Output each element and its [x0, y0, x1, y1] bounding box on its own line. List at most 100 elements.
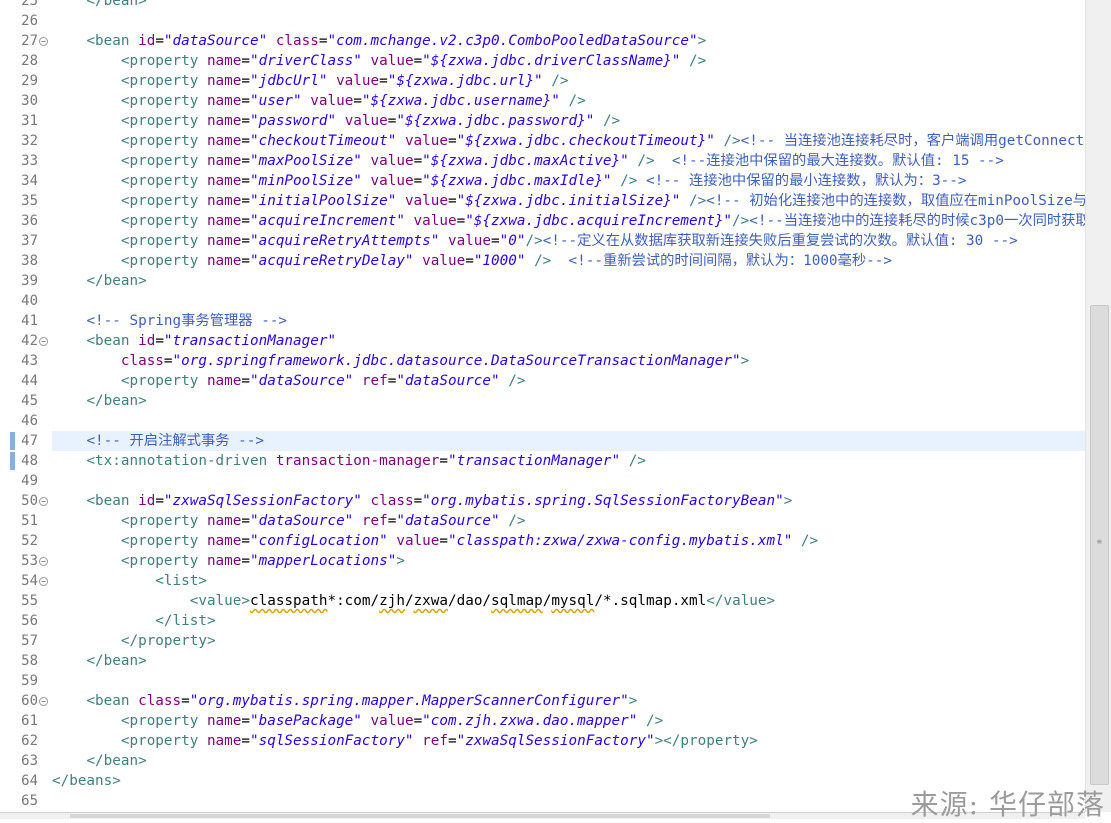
- code-line[interactable]: 58 </bean>: [0, 651, 1085, 671]
- code-line[interactable]: 62 <property name="sqlSessionFactory" re…: [0, 731, 1085, 751]
- code-line[interactable]: 43 class="org.springframework.jdbc.datas…: [0, 351, 1085, 371]
- code-token: "classpath:zxwa/zxwa-config.mybatis.xml": [448, 533, 793, 549]
- code-token: "dataSource": [163, 33, 268, 49]
- code-token: "transactionManager": [163, 333, 337, 349]
- code-text: <bean id="transactionManager": [52, 331, 336, 351]
- code-line[interactable]: 50− <bean id="zxwaSqlSessionFactory" cla…: [0, 491, 1085, 511]
- code-line[interactable]: 38 <property name="acquireRetryDelay" va…: [0, 251, 1085, 271]
- code-line[interactable]: 40: [0, 291, 1085, 311]
- code-line[interactable]: 60− <bean class="org.mybatis.spring.mapp…: [0, 691, 1085, 711]
- code-line[interactable]: 39 </bean>: [0, 271, 1085, 291]
- code-line[interactable]: 54− <list>: [0, 571, 1085, 591]
- code-line[interactable]: 56 </list>: [0, 611, 1085, 631]
- code-editor[interactable]: 25 </bean> 26 27− <bean id="dataSource" cl…: [0, 0, 1085, 812]
- code-line[interactable]: 47 <!-- 开启注解式事务 -->: [0, 431, 1085, 451]
- line-number: 48: [21, 453, 38, 469]
- fold-toggle-icon[interactable]: −: [39, 497, 48, 506]
- line-number: 43: [21, 353, 38, 369]
- code-line[interactable]: 35 <property name="initialPoolSize" valu…: [0, 191, 1085, 211]
- code-line[interactable]: 53− <property name="mapperLocations">: [0, 551, 1085, 571]
- code-line[interactable]: 30 <property name="user" value="${zxwa.j…: [0, 91, 1085, 111]
- code-line[interactable]: 26: [0, 11, 1085, 31]
- code-token: <!--连接池中保留的最大连接数。默认值: 15 -->: [671, 153, 1004, 169]
- code-line[interactable]: 45 </bean>: [0, 391, 1085, 411]
- fold-toggle-icon[interactable]: −: [39, 337, 48, 346]
- code-token: >: [396, 553, 405, 569]
- code-line[interactable]: 29 <property name="jdbcUrl" value="${zxw…: [0, 71, 1085, 91]
- code-token: name: [206, 713, 242, 729]
- horizontal-scrollbar-thumb[interactable]: [70, 814, 770, 818]
- code-token: =: [241, 153, 250, 169]
- code-line[interactable]: 61 <property name="basePackage" value="c…: [0, 711, 1085, 731]
- code-token: </beans>: [52, 773, 121, 789]
- code-line[interactable]: 59: [0, 671, 1085, 691]
- code-line[interactable]: 34 <property name="minPoolSize" value="$…: [0, 171, 1085, 191]
- fold-toggle-icon[interactable]: −: [39, 577, 48, 586]
- fold-toggle-icon[interactable]: −: [39, 557, 48, 566]
- code-token: "acquireRetryAttempts": [250, 233, 440, 249]
- code-line[interactable]: 51 <property name="dataSource" ref="data…: [0, 511, 1085, 531]
- code-line[interactable]: 37 <property name="acquireRetryAttempts"…: [0, 231, 1085, 251]
- code-line[interactable]: 63 </bean>: [0, 751, 1085, 771]
- code-line[interactable]: 42− <bean id="transactionManager": [0, 331, 1085, 351]
- code-token: name: [206, 733, 242, 749]
- code-line[interactable]: 32 <property name="checkoutTimeout" valu…: [0, 131, 1085, 151]
- code-token: <!-- 当连接池连接耗尽时，客户端调用getConnection()后等待获取…: [740, 133, 1085, 149]
- code-line[interactable]: 33 <property name="maxPoolSize" value="$…: [0, 151, 1085, 171]
- code-token: zjh: [379, 593, 405, 609]
- code-token: name: [206, 233, 242, 249]
- fold-toggle-icon[interactable]: −: [39, 37, 48, 46]
- code-line[interactable]: 55 <value>classpath*:com/zjh/zxwa/dao/sq…: [0, 591, 1085, 611]
- code-line[interactable]: 48 <tx:annotation-driven transaction-man…: [0, 451, 1085, 471]
- code-token: <property: [120, 133, 199, 149]
- code-text: </bean>: [52, 751, 146, 771]
- code-token: "sqlSessionFactory": [250, 733, 414, 749]
- fold-toggle-icon[interactable]: −: [39, 697, 48, 706]
- code-line[interactable]: 57 </property>: [0, 631, 1085, 651]
- code-token: "${zxwa.jdbc.password}": [396, 113, 595, 129]
- code-token: transaction-manager: [275, 453, 440, 469]
- code-text: <list>: [52, 571, 207, 591]
- code-token: class: [275, 33, 319, 49]
- code-token: name: [206, 513, 242, 529]
- code-line[interactable]: 41 <!-- Spring事务管理器 -->: [0, 311, 1085, 331]
- code-line[interactable]: 25 </bean>: [0, 0, 1085, 11]
- line-number: 53: [21, 553, 38, 569]
- code-line[interactable]: 52 <property name="configLocation" value…: [0, 531, 1085, 551]
- code-line[interactable]: 27− <bean id="dataSource" class="com.mch…: [0, 31, 1085, 51]
- watermark: 来源: 华仔部落: [910, 788, 1105, 821]
- code-line[interactable]: 49: [0, 471, 1085, 491]
- code-text: <property name="sqlSessionFactory" ref="…: [52, 731, 758, 751]
- code-line[interactable]: 44 <property name="dataSource" ref="data…: [0, 371, 1085, 391]
- line-number: 51: [21, 513, 38, 529]
- code-token: "org.springframework.jdbc.datasource.Dat…: [172, 353, 741, 369]
- code-token: value: [370, 53, 414, 69]
- code-line[interactable]: 36 <property name="acquireIncrement" val…: [0, 211, 1085, 231]
- code-token: =: [241, 733, 250, 749]
- code-token: />: [628, 453, 646, 469]
- code-line[interactable]: 31 <property name="password" value="${zx…: [0, 111, 1085, 131]
- vertical-scrollbar-thumb[interactable]: ≡: [1090, 305, 1109, 785]
- code-token: <bean: [86, 333, 130, 349]
- code-line[interactable]: 28 <property name="driverClass" value="$…: [0, 51, 1085, 71]
- code-token: "password": [250, 113, 337, 129]
- vertical-scrollbar[interactable]: ≡: [1085, 0, 1111, 812]
- line-number: 38: [21, 253, 38, 269]
- line-number: 30: [21, 93, 38, 109]
- code-text: </property>: [52, 631, 216, 651]
- code-line[interactable]: 46: [0, 411, 1085, 431]
